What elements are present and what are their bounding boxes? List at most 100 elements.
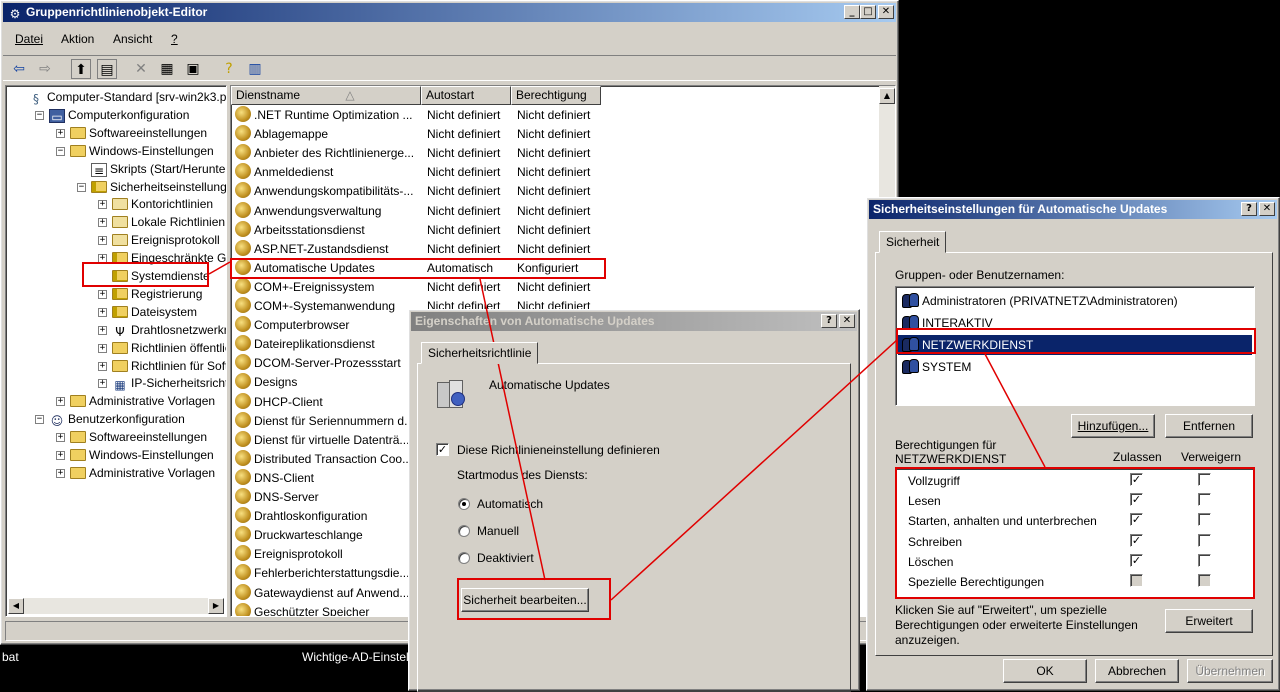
permissions-list[interactable]: Vollzugriff ✓ Lesen ✓ Starten, anhalten und … xyxy=(895,468,1255,598)
tree-pane[interactable]: § Computer-Standard [srv-win2k3.pr − ▭ Compu… xyxy=(5,85,227,617)
table-row[interactable]: ASP.NET-Zustandsdienst Nicht definiert Nic… xyxy=(231,239,871,259)
security-close-button[interactable]: ✕ xyxy=(1259,202,1275,216)
table-row[interactable]: COM+-Ereignissystem Nicht definiert Nicht … xyxy=(231,277,871,297)
tree-item[interactable]: + Eingeschränkte Gru xyxy=(98,249,226,267)
expand-plus-icon[interactable]: + xyxy=(98,325,107,335)
help-icon[interactable]: ? xyxy=(219,59,239,79)
collapse-minus-icon[interactable]: − xyxy=(35,110,44,120)
deny-checkbox[interactable] xyxy=(1198,553,1211,567)
user-list-item[interactable]: Administratoren (PRIVATNETZ\Administrato… xyxy=(898,291,1252,311)
main-title-bar[interactable]: ⚙ Gruppenrichtlinienobjekt-Editor xyxy=(3,3,896,22)
table-row[interactable]: Anmeldedienst Nicht definiert Nicht defini… xyxy=(231,163,871,182)
properties-help-button[interactable]: ? xyxy=(821,314,837,328)
user-list-item[interactable]: INTERAKTIV xyxy=(898,313,1252,333)
close-button[interactable]: ✕ xyxy=(878,5,894,19)
deny-checkbox[interactable] xyxy=(1198,533,1211,547)
tree-item[interactable]: § Computer-Standard [srv-win2k3.pr xyxy=(28,88,226,106)
up-folder-icon[interactable]: ⬆ xyxy=(71,59,91,79)
tree-item[interactable]: Systemdienste xyxy=(112,267,210,285)
cancel-button[interactable]: Abbrechen xyxy=(1095,659,1179,683)
tree-item[interactable]: + Windows-Einstellungen xyxy=(56,446,214,464)
allow-checkbox[interactable]: ✓ xyxy=(1130,553,1143,567)
table-row[interactable]: Anwendungskompatibilitäts-... Nicht defin… xyxy=(231,182,871,201)
expand-plus-icon[interactable]: + xyxy=(98,254,107,264)
expand-plus-icon[interactable]: + xyxy=(56,451,65,460)
tree-item[interactable]: − Windows-Einstellungen xyxy=(56,142,214,160)
tree-item[interactable]: + Ereignisprotokoll xyxy=(98,231,220,249)
properties-icon[interactable]: ▦ xyxy=(157,59,177,79)
ok-button[interactable]: OK xyxy=(1003,659,1087,683)
expand-plus-icon[interactable]: + xyxy=(56,128,65,138)
tree-item[interactable]: + Administrative Vorlagen xyxy=(56,464,215,482)
scroll-right-button[interactable]: ▶ xyxy=(208,598,224,614)
radio-manuell[interactable] xyxy=(458,525,470,537)
tree-item[interactable]: + Administrative Vorlagen xyxy=(56,392,215,410)
deny-checkbox[interactable] xyxy=(1198,473,1211,486)
collapse-minus-icon[interactable]: − xyxy=(77,182,86,192)
table-row[interactable]: .NET Runtime Optimization ... Nicht defin… xyxy=(231,106,871,125)
security-help-button[interactable]: ? xyxy=(1241,202,1257,216)
export-list-icon[interactable]: ▣ xyxy=(183,59,203,79)
taskbar-mid-text[interactable]: Wichtige-AD-Einstel xyxy=(302,650,409,664)
security-title-bar[interactable]: Sicherheitseinstellungen für Automatisch… xyxy=(869,200,1277,219)
tree-item[interactable]: + Dateisystem xyxy=(98,303,197,321)
expand-plus-icon[interactable]: + xyxy=(56,397,65,407)
radio-deaktiviert-label[interactable]: Deaktiviert xyxy=(477,551,534,565)
expand-plus-icon[interactable]: + xyxy=(98,379,107,389)
collapse-minus-icon[interactable]: − xyxy=(56,146,65,156)
scroll-up-button[interactable]: ▲ xyxy=(879,88,895,104)
table-row[interactable]: Arbeitsstationsdienst Nicht definiert Nich… xyxy=(231,220,871,240)
edit-security-button[interactable]: Sicherheit bearbeiten... xyxy=(461,588,589,612)
users-list[interactable]: Administratoren (PRIVATNETZ\Administrato… xyxy=(895,286,1255,406)
column-header-autostart[interactable]: Autostart xyxy=(421,86,511,105)
forward-icon[interactable]: ⇨ xyxy=(35,59,55,79)
show-tree-icon[interactable]: ▤ xyxy=(97,59,117,79)
tree-item[interactable]: + Kontorichtlinien xyxy=(98,195,213,213)
menu-aktion[interactable]: Aktion xyxy=(61,32,94,46)
tree-item[interactable]: − Sicherheitseinstellunge xyxy=(77,178,226,196)
tree-item[interactable]: + Registrierung xyxy=(98,285,202,303)
radio-automatisch-label[interactable]: Automatisch xyxy=(477,497,543,511)
define-policy-checkbox[interactable]: ✓ xyxy=(436,443,449,456)
deny-checkbox[interactable] xyxy=(1198,574,1211,587)
collapse-minus-icon[interactable]: − xyxy=(35,415,44,425)
back-icon[interactable]: ⇦ xyxy=(9,59,29,79)
expand-plus-icon[interactable]: + xyxy=(98,289,107,299)
apply-button[interactable]: Übernehmen xyxy=(1187,659,1273,683)
properties-title-bar[interactable]: Eigenschaften von Automatische Updates xyxy=(411,312,857,331)
expand-plus-icon[interactable]: + xyxy=(98,200,107,210)
advanced-button[interactable]: Erweitert xyxy=(1165,609,1253,633)
properties-close-button[interactable]: ✕ xyxy=(839,314,855,328)
tree-item[interactable]: − ☺ Benutzerkonfiguration xyxy=(35,410,185,428)
scroll-left-button[interactable]: ◀ xyxy=(8,598,24,614)
allow-checkbox[interactable]: ✓ xyxy=(1130,533,1143,547)
tab-sicherheit[interactable]: Sicherheit xyxy=(879,231,947,253)
remove-button[interactable]: Entfernen xyxy=(1165,414,1253,438)
column-header-berechtigung[interactable]: Berechtigung xyxy=(511,86,601,105)
tree-item[interactable]: + Lokale Richtlinien xyxy=(98,213,225,231)
allow-checkbox[interactable]: ✓ xyxy=(1130,513,1143,527)
table-row[interactable]: Automatische Updates Automatisch Konfiguri… xyxy=(231,258,871,278)
expand-plus-icon[interactable]: + xyxy=(98,343,107,353)
expand-plus-icon[interactable]: + xyxy=(56,468,65,478)
table-row[interactable]: Anbieter des Richtlinienerge... Nicht def… xyxy=(231,144,871,163)
expand-plus-icon[interactable]: + xyxy=(98,236,107,246)
allow-checkbox[interactable]: ✓ xyxy=(1130,493,1143,507)
delete-icon[interactable]: ✕ xyxy=(131,59,151,79)
table-row[interactable]: Ablagemappe Nicht definiert Nicht definier… xyxy=(231,125,871,144)
tree-item[interactable]: + Richtlinien für Softw xyxy=(98,357,226,375)
radio-automatisch[interactable] xyxy=(458,498,470,510)
tree-item[interactable]: ≡ Skripts (Start/Herunter xyxy=(91,160,226,178)
tab-sicherheitsrichtlinie[interactable]: Sicherheitsrichtlinie xyxy=(421,342,539,364)
console-icon[interactable]: ▥ xyxy=(245,59,265,79)
user-list-item[interactable]: SYSTEM xyxy=(898,357,1252,377)
expand-plus-icon[interactable]: + xyxy=(98,307,107,317)
radio-deaktiviert[interactable] xyxy=(458,552,470,564)
radio-manuell-label[interactable]: Manuell xyxy=(477,524,519,538)
allow-checkbox[interactable] xyxy=(1130,574,1143,587)
tree-item[interactable]: + ▦ IP-Sicherheitsrichtli xyxy=(98,374,226,392)
add-button[interactable]: Hinzufügen... xyxy=(1071,414,1155,438)
user-list-item[interactable]: NETZWERKDIENST xyxy=(898,335,1252,355)
expand-plus-icon[interactable]: + xyxy=(98,218,107,228)
tree-item[interactable]: + Softwareeinstellungen xyxy=(56,428,207,446)
